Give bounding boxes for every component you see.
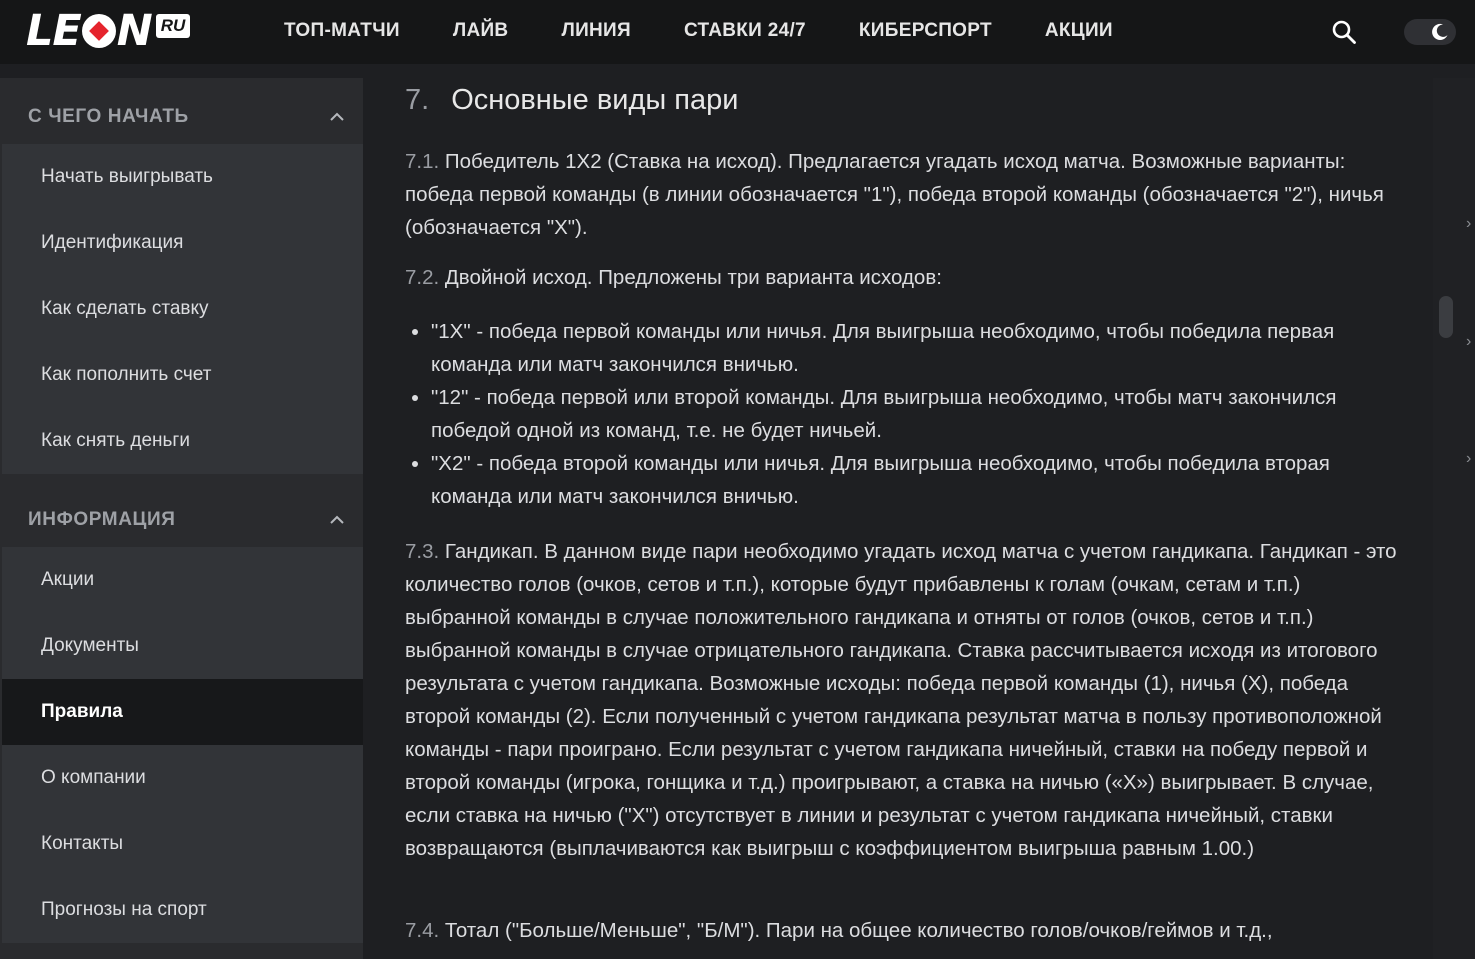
sidebar-item-label: Как пополнить счет xyxy=(41,364,212,385)
nav-esports[interactable]: КИБЕРСПОРТ xyxy=(859,20,992,42)
double-chance-list: "1Х" - победа первой команды или ничья. … xyxy=(405,315,1405,513)
list-item: "12" - победа первой или второй команды.… xyxy=(405,381,1405,447)
logo-ball-icon xyxy=(81,14,116,48)
sidebar-item-identification[interactable]: Идентификация xyxy=(2,210,363,276)
logo-region-badge: RU xyxy=(155,14,191,38)
section-title: Основные виды пари xyxy=(451,84,739,116)
sidebar-item-how-to-bet[interactable]: Как сделать ставку xyxy=(2,276,363,342)
sidebar-item-label: Правила xyxy=(41,701,123,722)
sidebar-item-about[interactable]: О компании xyxy=(2,745,363,811)
sidebar-item-rules[interactable]: Правила xyxy=(2,679,363,745)
sidebar-item-promotions[interactable]: Акции xyxy=(2,547,363,613)
scrollbar-thumb[interactable] xyxy=(1439,296,1453,338)
rules-content: 7. Основные виды пари 7.1. Победитель 1Х2… xyxy=(363,64,1433,959)
sidebar-item-label: Идентификация xyxy=(41,232,184,253)
logo-text-right: N xyxy=(116,6,153,56)
sidebar-item-label: Как снять деньги xyxy=(41,430,190,451)
sidebar-item-deposit[interactable]: Как пополнить счет xyxy=(2,342,363,408)
top-bar: LE N RU ТОП-МАТЧИ ЛАЙВ ЛИНИЯ СТАВКИ 24/7… xyxy=(0,0,1475,64)
rule-number: 7.2. xyxy=(405,266,440,289)
search-icon[interactable] xyxy=(1331,19,1357,45)
sidebar-item-label: О компании xyxy=(41,767,146,788)
nav-promotions[interactable]: АКЦИИ xyxy=(1045,20,1113,42)
main-nav: ТОП-МАТЧИ ЛАЙВ ЛИНИЯ СТАВКИ 24/7 КИБЕРСП… xyxy=(284,20,1166,42)
chevron-up-icon[interactable] xyxy=(329,512,345,528)
rule-text: Победитель 1Х2 (Ставка на исход). Предла… xyxy=(405,150,1384,239)
side-chevron-icon[interactable]: › xyxy=(1466,333,1471,351)
sidebar: С ЧЕГО НАЧАТЬ Начать выигрывать Идентифи… xyxy=(0,78,363,959)
theme-toggle[interactable] xyxy=(1404,19,1456,45)
rule-7-3: 7.3. Гандикап. В данном виде пари необхо… xyxy=(405,535,1405,865)
sidebar-item-label: Документы xyxy=(41,635,139,656)
sidebar-item-documents[interactable]: Документы xyxy=(2,613,363,679)
side-chevron-icon[interactable]: › xyxy=(1466,215,1471,233)
nav-bets-24-7[interactable]: СТАВКИ 24/7 xyxy=(684,20,806,42)
rule-7-1: 7.1. Победитель 1Х2 (Ставка на исход). П… xyxy=(405,145,1405,244)
sidebar-item-withdraw[interactable]: Как снять деньги xyxy=(2,408,363,474)
rule-number: 7.4. xyxy=(405,919,440,942)
sidebar-item-predictions[interactable]: Прогнозы на спорт xyxy=(2,877,363,943)
nav-top-matches[interactable]: ТОП-МАТЧИ xyxy=(284,20,400,42)
chevron-up-icon[interactable] xyxy=(329,109,345,125)
rule-text: Двойной исход. Предложены три варианта и… xyxy=(444,266,942,289)
rule-text: Тотал ("Больше/Меньше", "Б/М"). Пари на … xyxy=(444,919,1273,942)
sidebar-section-title: С ЧЕГО НАЧАТЬ xyxy=(28,106,189,127)
sidebar-section-information[interactable]: ИНФОРМАЦИЯ xyxy=(0,487,363,553)
list-item: "Х2" - победа второй команды или ничья. … xyxy=(405,447,1405,513)
scrollbar-track[interactable] xyxy=(1433,78,1475,959)
list-item: "1Х" - победа первой команды или ничья. … xyxy=(405,315,1405,381)
leon-logo[interactable]: LE N RU xyxy=(26,6,191,56)
sidebar-item-start-winning[interactable]: Начать выигрывать xyxy=(2,144,363,210)
sidebar-item-label: Контакты xyxy=(41,833,124,854)
nav-line[interactable]: ЛИНИЯ xyxy=(561,20,631,42)
logo-text-left: LE xyxy=(26,6,82,56)
sidebar-item-label: Как сделать ставку xyxy=(41,298,209,319)
section-heading: 7. Основные виды пари xyxy=(405,84,738,117)
moon-icon xyxy=(1432,23,1448,40)
sidebar-item-label: Прогнозы на спорт xyxy=(41,899,207,920)
rule-number: 7.1. xyxy=(405,150,440,173)
side-chevron-icon[interactable]: › xyxy=(1466,450,1471,468)
sidebar-section-title: ИНФОРМАЦИЯ xyxy=(28,509,176,530)
rule-number: 7.3. xyxy=(405,540,440,563)
sidebar-section-getting-started[interactable]: С ЧЕГО НАЧАТЬ xyxy=(0,84,363,150)
rule-7-2: 7.2. Двойной исход. Предложены три вариа… xyxy=(405,261,1405,294)
sidebar-item-label: Акции xyxy=(41,569,95,590)
rule-7-4: 7.4. Тотал ("Больше/Меньше", "Б/М"). Пар… xyxy=(405,914,1405,947)
nav-live[interactable]: ЛАЙВ xyxy=(453,20,509,42)
sidebar-item-contacts[interactable]: Контакты xyxy=(2,811,363,877)
sidebar-item-label: Начать выигрывать xyxy=(41,166,213,187)
rule-text: Гандикап. В данном виде пари необходимо … xyxy=(405,540,1397,860)
section-number: 7. xyxy=(405,84,430,116)
